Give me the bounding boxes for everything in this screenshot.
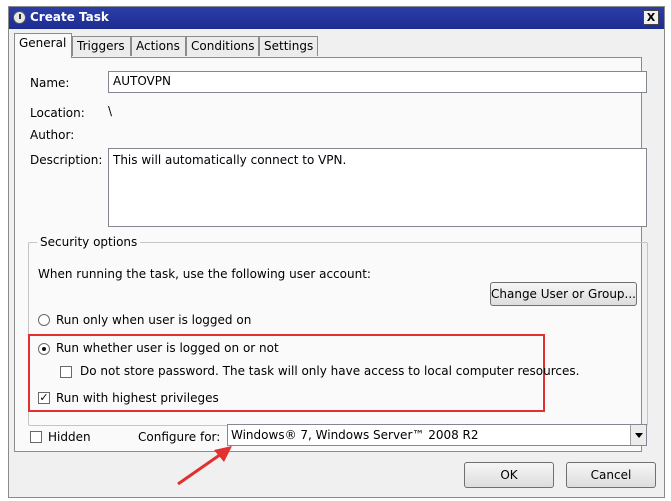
name-label: Name: — [30, 76, 70, 90]
highest-privileges-label: Run with highest privileges — [56, 391, 219, 405]
close-icon[interactable]: X — [643, 10, 659, 25]
change-user-button[interactable]: Change User or Group... — [490, 282, 637, 306]
configure-for-value: Windows® 7, Windows Server™ 2008 R2 — [231, 428, 479, 442]
tab-conditions[interactable]: Conditions — [186, 36, 259, 56]
run-whether-radio[interactable] — [38, 343, 50, 355]
do-not-store-password-label: Do not store password. The task will onl… — [80, 364, 580, 378]
task-clock-icon — [13, 11, 26, 24]
tab-triggers[interactable]: Triggers — [72, 36, 131, 56]
cancel-button[interactable]: Cancel — [566, 462, 656, 488]
title-bar: Create Task X — [9, 7, 664, 29]
name-field[interactable]: AUTOVPN — [108, 71, 647, 93]
tab-settings[interactable]: Settings — [259, 36, 318, 56]
highest-privileges-checkbox[interactable]: ✓ — [38, 392, 50, 404]
account-instruction-text: When running the task, use the following… — [38, 267, 371, 281]
author-label: Author: — [30, 128, 75, 142]
location-value: \ — [108, 104, 113, 118]
do-not-store-password-checkbox[interactable] — [60, 366, 72, 378]
hidden-label: Hidden — [48, 430, 91, 444]
run-logged-on-radio[interactable] — [38, 314, 50, 326]
description-label: Description: — [30, 153, 103, 167]
ok-button[interactable]: OK — [464, 462, 554, 488]
run-logged-on-label: Run only when user is logged on — [56, 313, 252, 327]
tab-general[interactable]: General — [14, 33, 72, 58]
window-title: Create Task — [30, 10, 109, 24]
run-whether-label: Run whether user is logged on or not — [56, 341, 279, 355]
arrow-annotation-icon — [177, 446, 232, 486]
configure-for-select[interactable]: Windows® 7, Windows Server™ 2008 R2 — [227, 424, 647, 446]
location-label: Location: — [30, 106, 85, 120]
description-field[interactable]: This will automatically connect to VPN. — [108, 148, 647, 227]
hidden-checkbox[interactable] — [30, 431, 42, 443]
tab-actions[interactable]: Actions — [131, 36, 186, 56]
security-options-title: Security options — [37, 235, 141, 249]
chevron-down-icon[interactable] — [630, 425, 646, 445]
